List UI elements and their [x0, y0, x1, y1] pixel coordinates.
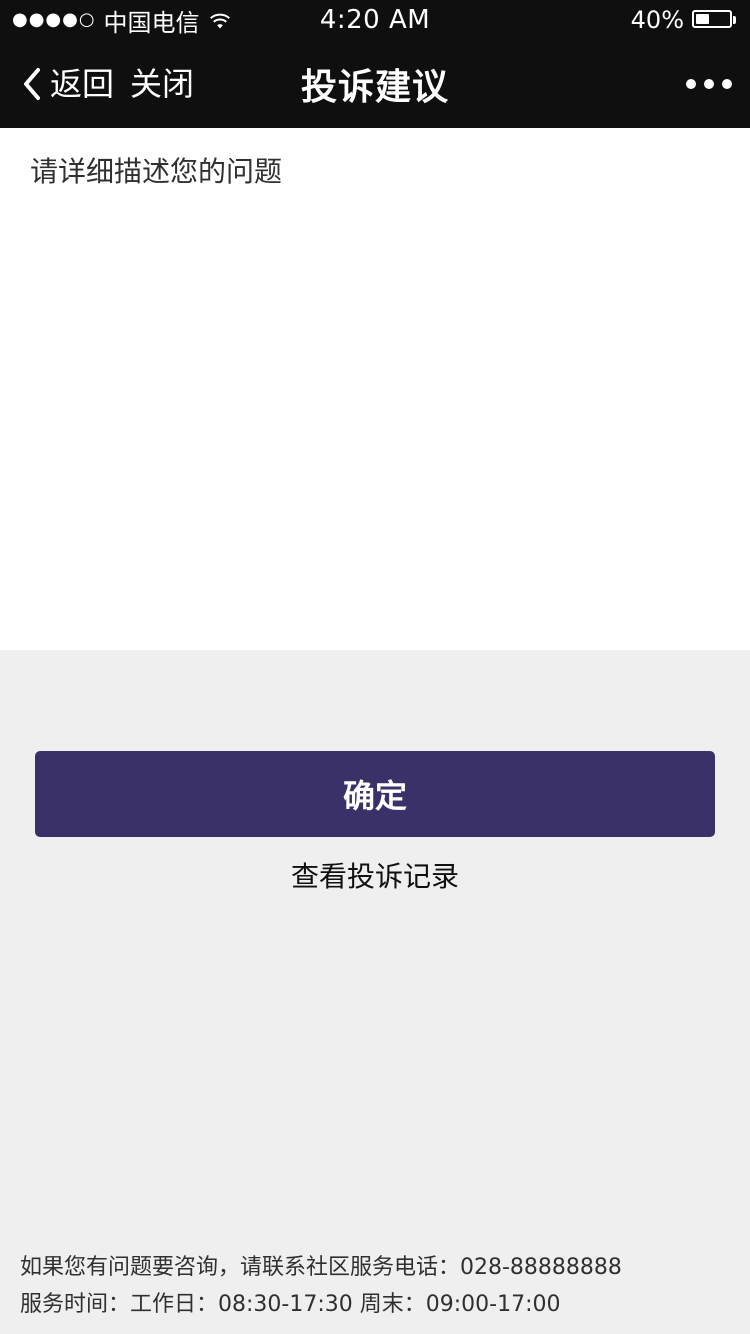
status-right: 40% — [631, 0, 738, 40]
battery-icon — [692, 10, 738, 30]
status-bar: ●●●●○ 中国电信 4:20 AM 40% — [0, 0, 750, 40]
more-horizontal-icon — [686, 79, 732, 89]
navigation-bar: 返回 关闭 投诉建议 — [0, 40, 750, 128]
page-title: 投诉建议 — [300, 67, 449, 108]
more-options-button[interactable] — [684, 40, 734, 128]
complaint-textarea[interactable] — [30, 154, 720, 626]
service-phone-text: 如果您有问题要咨询，请联系社区服务电话：028-88888888 — [20, 1255, 622, 1280]
complaint-textarea-container — [0, 128, 750, 650]
footer-info: 如果您有问题要咨询，请联系社区服务电话：028-88888888 服务时间：工作… — [20, 1249, 730, 1323]
battery-nub — [733, 16, 736, 24]
view-complaint-records-link[interactable]: 查看投诉记录 — [0, 859, 750, 895]
confirm-button[interactable]: 确定 — [35, 751, 715, 837]
battery-percent: 40% — [630, 6, 684, 34]
battery-fill — [696, 14, 709, 24]
service-hours-text: 服务时间：工作日：08:30-17:30 周末：09:00-17:00 — [20, 1292, 561, 1317]
